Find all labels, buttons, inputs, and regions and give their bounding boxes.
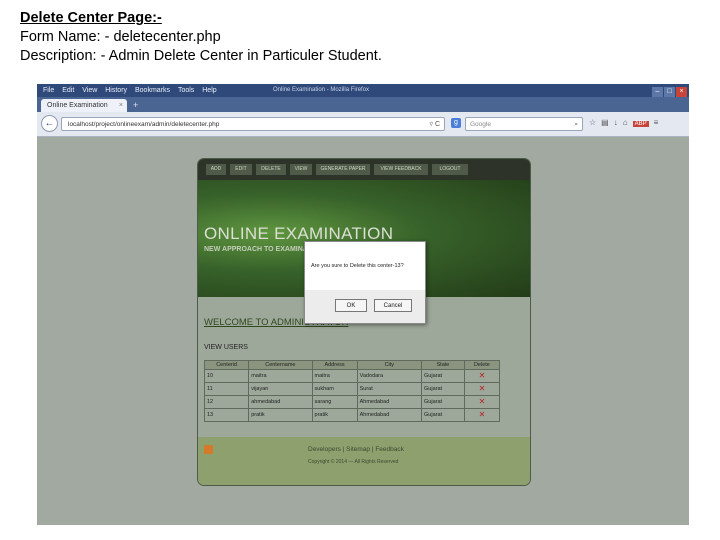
table-row: 13 pratik pratik Ahmedabad Gujarat ✕ [203, 408, 501, 422]
delete-icon[interactable]: ✕ [463, 395, 501, 409]
minimize-button[interactable]: – [652, 87, 663, 97]
cell-state: Gujarat [421, 369, 465, 383]
cell-centername: vijayan [248, 382, 313, 396]
navigation-bar: ← localhost/project/onlineexam/admin/del… [37, 112, 689, 137]
header-city: City [356, 360, 423, 370]
browser-screenshot: File Edit View History Bookmarks Tools H… [37, 84, 689, 525]
centers-table: Centerid Centername Address City State D… [203, 360, 501, 422]
search-engine-icon[interactable]: g [451, 118, 461, 128]
table-row: 12 ahmedabad sarang Ahmedabad Gujarat ✕ [203, 395, 501, 409]
cell-state: Gujarat [421, 382, 465, 396]
menu-file[interactable]: File [43, 87, 54, 94]
menu-bar: File Edit View History Bookmarks Tools H… [37, 84, 689, 97]
menu-tools[interactable]: Tools [178, 87, 194, 94]
dialog-body: Are you sure to Delete this center-13? [305, 242, 425, 290]
cell-centername: pratik [248, 408, 313, 422]
nav-edit[interactable]: EDIT [230, 164, 252, 175]
new-tab-icon[interactable]: + [133, 100, 138, 110]
cancel-button[interactable]: Cancel [374, 299, 412, 312]
nav-add[interactable]: ADD [206, 164, 226, 175]
download-icon[interactable]: ↓ [614, 118, 618, 127]
header-address: Address [311, 360, 358, 370]
cell-city: Ahmedabad [356, 408, 423, 422]
cell-centerid: 10 [203, 369, 250, 383]
delete-icon[interactable]: ✕ [463, 382, 501, 396]
cell-state: Gujarat [421, 395, 465, 409]
tab-title: Online Examination [47, 102, 108, 109]
site-nav: ADD EDIT DELETE VIEW GENERATE PAPER VIEW… [198, 159, 530, 180]
cell-city: Vadodara [356, 369, 423, 383]
cell-centerid: 11 [203, 382, 250, 396]
reload-icon[interactable]: ▿ C [429, 118, 440, 132]
cell-state: Gujarat [421, 408, 465, 422]
header-state: State [421, 360, 465, 370]
ok-button[interactable]: OK [335, 299, 367, 312]
cell-centerid: 13 [203, 408, 250, 422]
site-footer: Developers | Sitemap | Feedback Copyrigh… [198, 437, 530, 485]
cell-centername: maitra [248, 369, 313, 383]
menu-edit[interactable]: Edit [62, 87, 74, 94]
header-delete: Delete [463, 360, 501, 370]
browser-tab[interactable]: Online Examination × [41, 99, 127, 112]
table-row: 11 vijayan sukham Surat Gujarat ✕ [203, 382, 501, 396]
url-text: localhost/project/onlineexam/admin/delet… [68, 121, 220, 128]
menu-bookmarks[interactable]: Bookmarks [135, 87, 170, 94]
toolbar-icons: ☆ ▤ ↓ ⌂ ABP ≡ [589, 118, 663, 127]
footer-links[interactable]: Developers | Sitemap | Feedback [308, 446, 404, 453]
search-icon[interactable]: ⌕ [574, 118, 578, 132]
delete-icon[interactable]: ✕ [463, 369, 501, 383]
footer-copyright: Copyright © 2014 — All Rights Reserved [308, 459, 399, 465]
cell-address: pratik [311, 408, 358, 422]
search-placeholder: Google [470, 121, 491, 128]
window-title: Online Examination - Mozilla Firefox [273, 87, 370, 93]
section-title: VIEW USERS [204, 344, 248, 351]
dialog-message: Are you sure to Delete this center-13? [311, 263, 404, 269]
nav-view[interactable]: VIEW [290, 164, 312, 175]
menu-history[interactable]: History [105, 87, 127, 94]
rss-icon[interactable] [204, 445, 213, 454]
cell-address: sarang [311, 395, 358, 409]
confirm-dialog: Are you sure to Delete this center-13? O… [304, 241, 426, 324]
cell-centername: ahmedabad [248, 395, 313, 409]
close-window-button[interactable]: × [676, 87, 687, 97]
menu-icon[interactable]: ≡ [654, 118, 659, 127]
nav-delete[interactable]: DELETE [256, 164, 286, 175]
menu-view[interactable]: View [82, 87, 97, 94]
table-header-row: Centerid Centername Address City State D… [203, 360, 501, 370]
cell-city: Ahmedabad [356, 395, 423, 409]
search-input[interactable]: Google ⌕ [465, 117, 583, 131]
form-name: Form Name: - deletecenter.php [20, 29, 221, 45]
nav-generate-paper[interactable]: GENERATE PAPER [316, 164, 370, 175]
nav-logout[interactable]: LOGOUT [432, 164, 468, 175]
bookmarks-icon[interactable]: ▤ [601, 118, 609, 127]
tab-bar: Online Examination × + [37, 97, 689, 112]
nav-view-feedback[interactable]: VIEW FEEDBACK [374, 164, 428, 175]
star-icon[interactable]: ☆ [589, 118, 596, 127]
menu-help[interactable]: Help [202, 87, 216, 94]
header-centername: Centername [248, 360, 313, 370]
close-tab-icon[interactable]: × [119, 99, 123, 112]
delete-icon[interactable]: ✕ [463, 408, 501, 422]
table-row: 10 maitra maitra Vadodara Gujarat ✕ [203, 369, 501, 383]
slide-header: Delete Center Page:- Form Name: - delete… [20, 9, 382, 66]
back-button[interactable]: ← [41, 115, 58, 132]
adblock-icon[interactable]: ABP [632, 121, 649, 127]
maximize-button[interactable]: □ [664, 87, 675, 97]
cell-centerid: 12 [203, 395, 250, 409]
header-centerid: Centerid [203, 360, 250, 370]
home-icon[interactable]: ⌂ [623, 118, 628, 127]
address-bar[interactable]: localhost/project/onlineexam/admin/delet… [61, 117, 445, 131]
page-description: Description: - Admin Delete Center in Pa… [20, 48, 382, 64]
cell-city: Surat [356, 382, 423, 396]
cell-address: sukham [311, 382, 358, 396]
cell-address: maitra [311, 369, 358, 383]
slide-title: Delete Center Page:- [20, 10, 162, 26]
